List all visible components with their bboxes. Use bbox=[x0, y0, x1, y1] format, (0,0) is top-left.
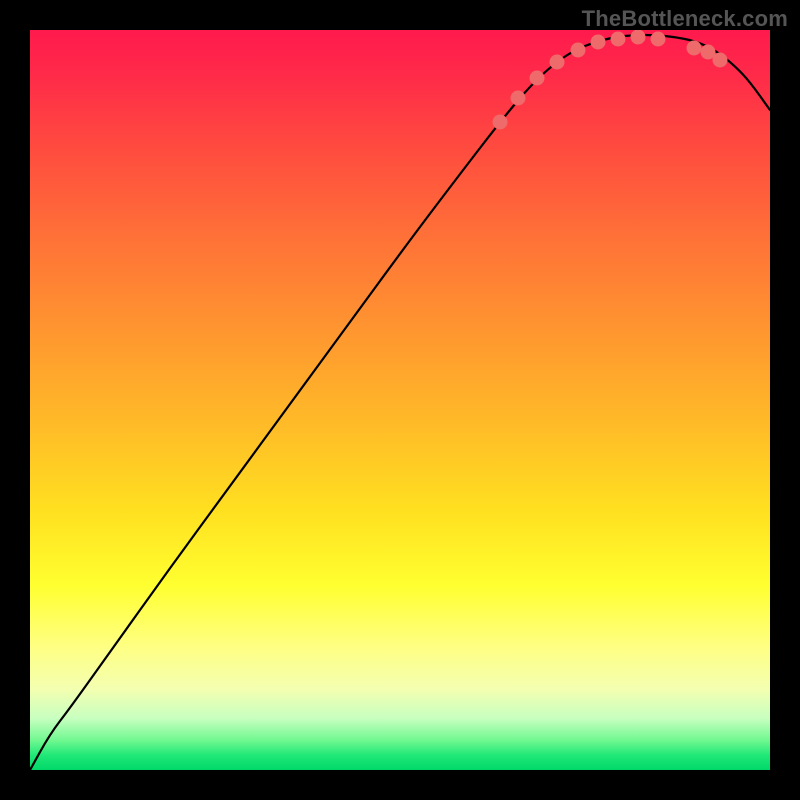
curve-markers bbox=[493, 30, 728, 130]
curve-marker bbox=[511, 91, 526, 106]
curve-marker bbox=[591, 35, 606, 50]
curve-marker bbox=[651, 32, 666, 47]
curve-layer bbox=[30, 30, 770, 770]
curve-marker bbox=[493, 115, 508, 130]
curve-marker bbox=[713, 53, 728, 68]
curve-marker bbox=[530, 71, 545, 86]
curve-marker bbox=[571, 43, 586, 58]
curve-marker bbox=[631, 30, 646, 45]
chart-frame: TheBottleneck.com bbox=[0, 0, 800, 800]
curve-marker bbox=[611, 32, 626, 47]
bottleneck-curve bbox=[30, 35, 770, 770]
curve-marker bbox=[550, 55, 565, 70]
plot-area bbox=[30, 30, 770, 770]
attribution-watermark: TheBottleneck.com bbox=[582, 6, 788, 32]
curve-marker bbox=[687, 41, 702, 56]
